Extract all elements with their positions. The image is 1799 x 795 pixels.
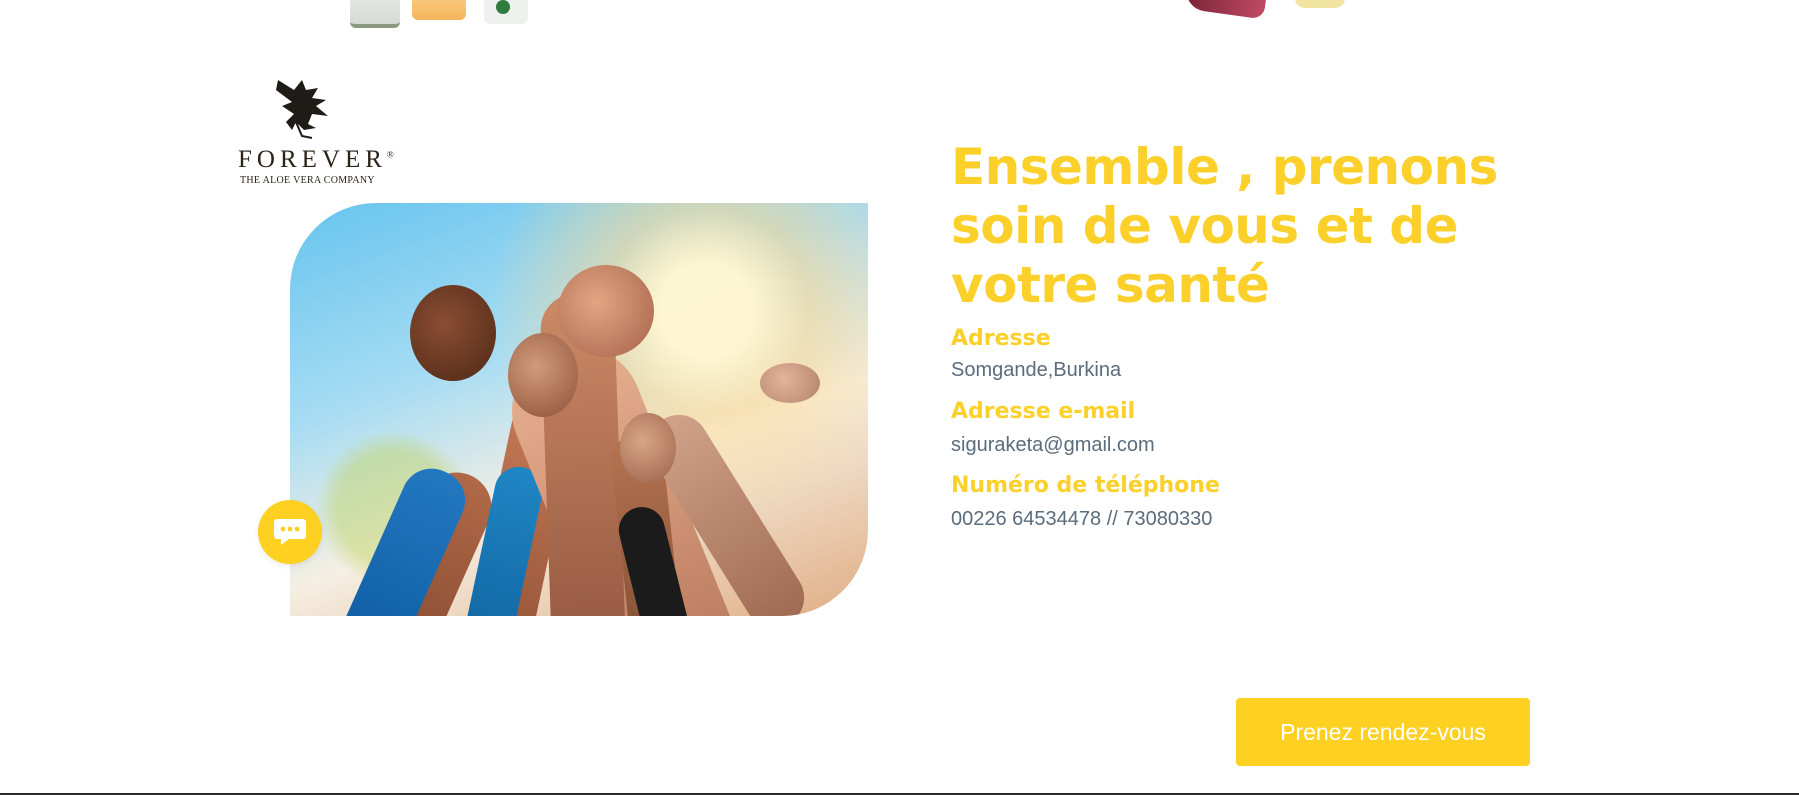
photo-hands xyxy=(620,413,676,483)
chat-bubble-icon xyxy=(274,519,306,545)
product-bottle-image xyxy=(412,0,466,20)
address-value: Somgande,Burkina xyxy=(951,359,1122,381)
email-link[interactable]: siguraketa@gmail.com xyxy=(951,434,1155,457)
product-bottle-image xyxy=(350,0,400,28)
logo-wordmark: FOREVER® xyxy=(238,146,394,173)
forever-logo[interactable]: FOREVER® THE ALOE VERA COMPANY xyxy=(238,76,394,188)
photo-hands xyxy=(558,265,654,357)
product-image xyxy=(1183,0,1267,20)
logo-tagline: THE ALOE VERA COMPANY xyxy=(240,175,375,186)
email-label: Adresse e-mail xyxy=(951,399,1136,424)
raised-hands-photo xyxy=(290,203,868,616)
contact-headline: Ensemble , prenons soin de vous et de vo… xyxy=(951,138,1498,314)
eagle-icon xyxy=(276,80,328,139)
photo-hands xyxy=(410,285,496,381)
phone-link[interactable]: 00226 64534478 // 73080330 xyxy=(951,508,1212,531)
photo-hands xyxy=(508,333,578,417)
photo-hands xyxy=(760,363,820,403)
book-appointment-button[interactable]: Prenez rendez-vous xyxy=(1236,698,1530,766)
product-bottle-image xyxy=(484,0,528,24)
top-products-image xyxy=(350,0,540,28)
product-image xyxy=(1295,0,1345,8)
address-label: Adresse xyxy=(951,326,1051,351)
phone-label: Numéro de téléphone xyxy=(951,473,1220,498)
chat-widget-button[interactable] xyxy=(258,500,322,564)
top-right-product-image xyxy=(1183,0,1345,20)
